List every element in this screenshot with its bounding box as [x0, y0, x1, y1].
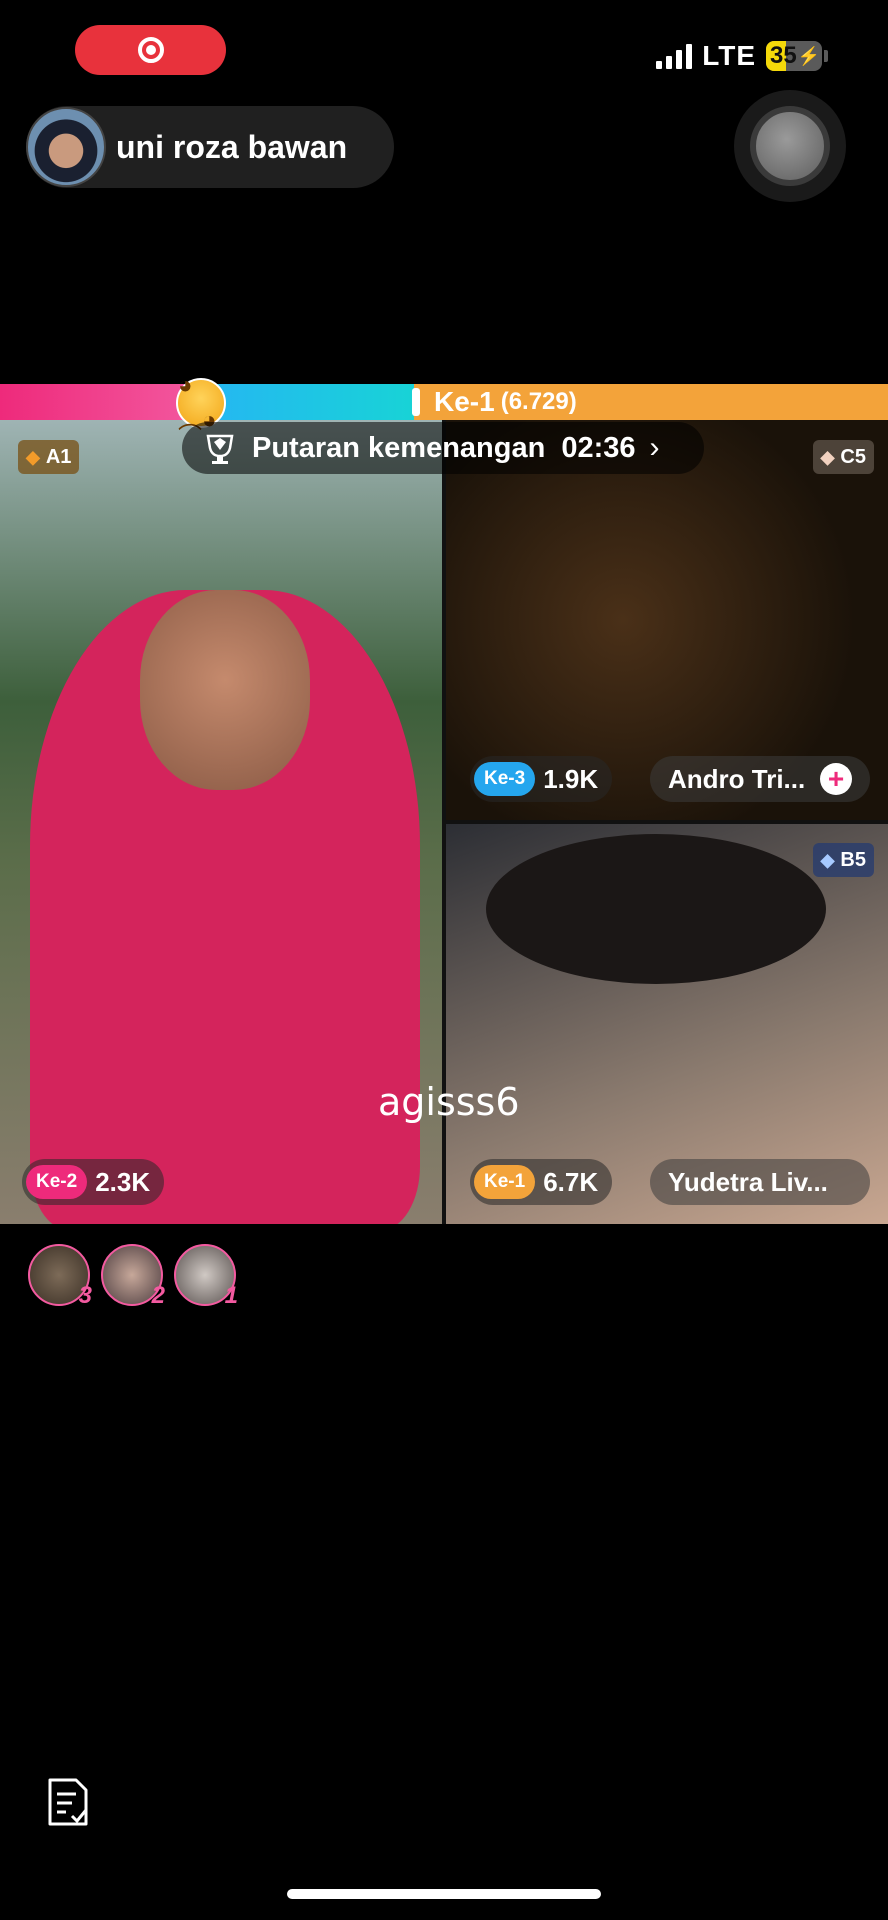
signal-icon [656, 43, 693, 69]
rank-marker [412, 388, 420, 416]
host-avatar[interactable] [26, 107, 106, 187]
round-timer: 02:36 [561, 431, 636, 464]
score-value: 2.3K [95, 1166, 151, 1197]
gifter-rank: 1 [224, 1282, 238, 1309]
assistive-touch-button[interactable] [734, 90, 846, 202]
gifter-rank: 2 [151, 1282, 165, 1309]
network-type: LTE [702, 40, 756, 71]
winning-round-banner[interactable]: Putaran kemenangan 02:36 › [182, 422, 704, 474]
streamer-name-right-bottom[interactable]: Yudetra Liv... [650, 1159, 870, 1205]
diamond-icon: ◆ [26, 446, 40, 467]
tier-label: B5 [840, 848, 866, 871]
streamer-name-right-top[interactable]: Andro Tri... + [650, 756, 870, 802]
grid-divider [446, 820, 888, 824]
score-segment-orange: Ke-1 (6.729) [414, 384, 888, 420]
battery-cap [824, 50, 828, 62]
status-bar: LTE 35 ⚡ [656, 40, 828, 72]
home-indicator[interactable] [287, 1889, 601, 1899]
battery-level: 35 [770, 42, 797, 69]
score-value: 1.9K [543, 763, 599, 794]
score-chip-right-bottom: Ke-1 6.7K [470, 1159, 613, 1205]
leader-rank-label: Ke-1 [434, 386, 495, 417]
battle-score-bar: Ke-1 (6.729) [0, 384, 888, 420]
streamer-name: Yudetra Liv... [668, 1166, 828, 1197]
diamond-icon: ◆ [820, 849, 835, 870]
streamer-name: Andro Tri... [668, 763, 806, 794]
battle-video-left[interactable] [0, 420, 442, 1224]
follow-plus-icon[interactable]: + [820, 763, 852, 795]
score-segment-blue [206, 384, 414, 420]
tier-label: A1 [45, 445, 72, 468]
trophy-icon [206, 434, 234, 464]
crying-face-icon: ◕︵◕ [176, 372, 226, 434]
tier-label: C5 [840, 445, 866, 468]
screen-record-indicator[interactable] [75, 25, 226, 75]
top-gifter-avatar[interactable]: 1 [174, 1244, 238, 1309]
score-chip-right-top: Ke-3 1.9K [470, 756, 613, 802]
tier-badge-right-top: ◆ C5 [812, 440, 874, 474]
host-profile-pill[interactable]: uni roza bawan [26, 106, 394, 188]
score-chip-left: Ke-2 2.3K [22, 1159, 165, 1205]
score-value: 6.7K [543, 1166, 599, 1197]
host-name: uni roza bawan [116, 128, 348, 165]
tier-badge-left: ◆ A1 [18, 440, 80, 474]
username-watermark: agisss6 [378, 1080, 520, 1124]
top-gifter-avatar[interactable]: 2 [101, 1244, 165, 1309]
battery-icon: 35 ⚡ [766, 41, 822, 71]
notes-check-icon[interactable] [46, 1776, 90, 1828]
rank-tag: Ke-1 [474, 1165, 536, 1199]
record-icon [137, 37, 164, 63]
rank-tag: Ke-2 [26, 1165, 88, 1199]
diamond-icon: ◆ [820, 446, 835, 467]
gifter-rank: 3 [78, 1282, 92, 1309]
rank-tag: Ke-3 [474, 762, 536, 796]
chevron-right-icon: › [649, 431, 660, 464]
tier-badge-right-bottom: ◆ B5 [812, 843, 874, 877]
top-gifter-avatar[interactable]: 3 [28, 1244, 92, 1309]
leader-score: (6.729) [500, 388, 577, 415]
round-label: Putaran kemenangan [252, 431, 546, 464]
